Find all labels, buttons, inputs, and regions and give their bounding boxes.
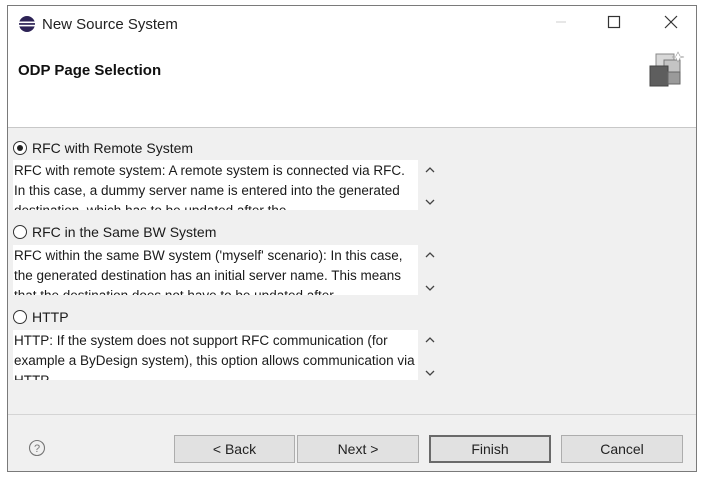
option-rfc-same-bw[interactable]: RFC in the Same BW System: [13, 222, 216, 242]
next-button[interactable]: Next >: [297, 435, 419, 463]
radio-rfc-same-bw[interactable]: [13, 225, 27, 239]
svg-text:?: ?: [34, 443, 40, 455]
option-label: HTTP: [32, 309, 69, 325]
close-button[interactable]: [648, 6, 694, 42]
wizard-window: New Source System ODP Page Selection RFC…: [7, 5, 697, 472]
scroll-down-icon[interactable]: [422, 280, 438, 296]
maximize-button[interactable]: [591, 6, 637, 42]
page-title: ODP Page Selection: [18, 62, 162, 79]
options-panel: RFC with Remote System RFC with remote s…: [8, 128, 696, 418]
wizard-banner-icon: [646, 50, 686, 90]
radio-http[interactable]: [13, 310, 27, 324]
back-button[interactable]: < Back: [174, 435, 295, 463]
description-http[interactable]: HTTP: If the system does not support RFC…: [13, 330, 418, 380]
scroll-up-icon[interactable]: [422, 332, 438, 348]
scroll-up-icon[interactable]: [422, 247, 438, 263]
eclipse-icon: [18, 15, 36, 33]
description-rfc-same-bw[interactable]: RFC within the same BW system ('myself' …: [13, 245, 418, 295]
option-http[interactable]: HTTP: [13, 307, 69, 327]
help-icon[interactable]: ?: [28, 439, 46, 457]
scroll-down-icon[interactable]: [422, 194, 438, 210]
footer-divider: [8, 414, 696, 415]
radio-rfc-remote[interactable]: [13, 141, 27, 155]
close-icon: [664, 15, 678, 34]
option-label: RFC with Remote System: [32, 140, 194, 156]
scroll-down-icon[interactable]: [422, 365, 438, 381]
finish-button[interactable]: Finish: [429, 435, 551, 463]
maximize-icon: [607, 15, 621, 34]
minimize-button[interactable]: [538, 6, 584, 42]
option-label: RFC in the Same BW System: [32, 224, 217, 240]
option-rfc-remote[interactable]: RFC with Remote System: [13, 138, 193, 158]
minimize-icon: [555, 15, 567, 33]
window-title: New Source System: [42, 16, 178, 33]
title-bar: New Source System: [8, 6, 696, 42]
scroll-up-icon[interactable]: [422, 162, 438, 178]
cancel-button[interactable]: Cancel: [561, 435, 683, 463]
description-rfc-remote[interactable]: RFC with remote system: A remote system …: [13, 160, 418, 210]
wizard-header: ODP Page Selection: [8, 42, 696, 128]
